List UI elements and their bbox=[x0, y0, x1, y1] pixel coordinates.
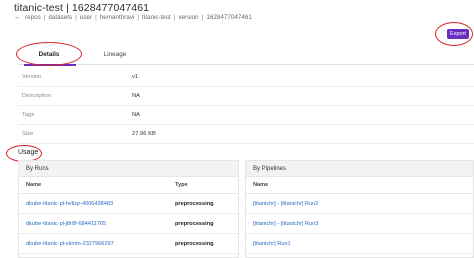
run-type: preprocessing bbox=[175, 200, 214, 207]
tab-bar: Details Lineage bbox=[18, 45, 474, 66]
run-type: preprocessing bbox=[175, 240, 214, 247]
property-row-version: Version v1 bbox=[18, 68, 474, 87]
panel-title: By Runs bbox=[19, 161, 238, 177]
property-value: NA bbox=[132, 112, 141, 118]
column-header-name: Name bbox=[253, 182, 269, 188]
table-row: [titanichr] Run1 bbox=[246, 234, 473, 254]
active-tab-indicator bbox=[24, 64, 76, 66]
breadcrumb-user[interactable]: user bbox=[77, 14, 95, 21]
property-value: v1 bbox=[132, 74, 139, 80]
breadcrumb-repos[interactable]: repos bbox=[22, 14, 44, 21]
property-row-tags: Tags NA bbox=[18, 106, 474, 125]
tab-label: Details bbox=[38, 51, 60, 58]
breadcrumb-version-id: 1628477047461 bbox=[206, 14, 252, 21]
table-header: Name Type bbox=[19, 177, 238, 194]
run-link[interactable]: dkube-titanic-pl-j8r8f-684411765 bbox=[26, 221, 106, 227]
table-row: [titanichr] - [titanichr] Run3 bbox=[246, 214, 473, 234]
run-type: preprocessing bbox=[175, 220, 214, 227]
property-label: Tags bbox=[22, 112, 35, 118]
breadcrumb-dataset[interactable]: titanic-test bbox=[139, 14, 174, 21]
pipeline-link[interactable]: [titanichr] - [titanichr] Run3 bbox=[253, 221, 318, 227]
property-row-size: Size 27.96 KB bbox=[18, 125, 474, 144]
column-header-type: Type bbox=[175, 182, 188, 188]
pipeline-link[interactable]: [titanichr] - [titanichr] Run2 bbox=[253, 201, 318, 207]
details-properties: Version v1 Description NA Tags NA Size 2… bbox=[18, 68, 474, 144]
table-row: dkube-titanic-pl-xkmtn-2327966297 prepro… bbox=[19, 234, 238, 254]
breadcrumb-username[interactable]: hemanthravi bbox=[97, 14, 138, 21]
table-row: dkube-titanic-pl-j8r8f-684411765 preproc… bbox=[19, 214, 238, 234]
property-value: 27.96 KB bbox=[132, 131, 156, 137]
run-link[interactable]: dkube-titanic-pl-hvllzp-4006438483 bbox=[26, 201, 113, 207]
table-header: Name bbox=[246, 177, 473, 194]
property-label: Description bbox=[22, 93, 51, 99]
column-header-name: Name bbox=[26, 182, 42, 188]
property-row-description: Description NA bbox=[18, 87, 474, 106]
page-title: titanic-test | 1628477047461 bbox=[14, 2, 150, 14]
tab-lineage[interactable]: Lineage bbox=[90, 45, 140, 64]
back-arrow-icon[interactable]: ← bbox=[14, 14, 22, 21]
breadcrumb: ← repos | datasets | user | hemanthravi | ti… bbox=[14, 14, 255, 21]
property-value: NA bbox=[132, 93, 141, 99]
pipeline-link[interactable]: [titanichr] Run1 bbox=[253, 241, 291, 247]
property-label: Size bbox=[22, 131, 34, 137]
breadcrumb-version[interactable]: version bbox=[175, 14, 201, 21]
usage-heading: Usage bbox=[18, 149, 39, 156]
table-row: [titanichr] - [titanichr] Run2 bbox=[246, 194, 473, 214]
run-link[interactable]: dkube-titanic-pl-xkmtn-2327966297 bbox=[26, 241, 114, 247]
tab-details[interactable]: Details bbox=[18, 45, 80, 66]
table-row: dkube-titanic-pl-hvllzp-4006438483 prepr… bbox=[19, 194, 238, 214]
breadcrumb-datasets[interactable]: datasets bbox=[45, 14, 75, 21]
export-button[interactable]: Export bbox=[447, 29, 469, 39]
tab-label: Lineage bbox=[103, 51, 127, 58]
runs-panel: By Runs Name Type dkube-titanic-pl-hvllz… bbox=[18, 160, 239, 258]
property-label: Version bbox=[22, 74, 42, 80]
pipelines-panel: By Pipelines Name [titanichr] - [titanic… bbox=[245, 160, 474, 258]
panel-title: By Pipelines bbox=[246, 161, 473, 177]
